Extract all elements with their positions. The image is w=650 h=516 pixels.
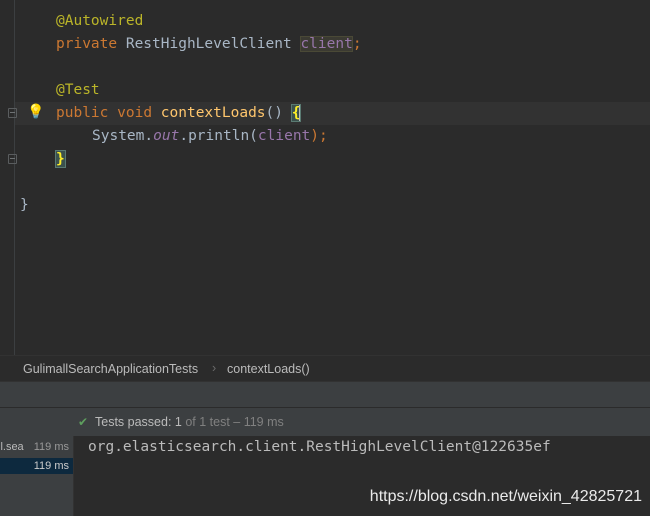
method-name: contextLoads <box>160 105 266 121</box>
close-paren-semicolon: ); <box>310 128 328 144</box>
void-keyword: void <box>117 105 153 121</box>
status-label: Tests passed: <box>95 415 175 429</box>
out-field: out <box>153 128 180 144</box>
status-passed-count: 1 <box>174 415 182 429</box>
test-status-text: Tests passed: 1 of 1 test – 119 ms <box>95 415 284 429</box>
client-field: client <box>300 36 353 52</box>
status-rest: of 1 test – 119 ms <box>181 415 284 429</box>
tree-row-test[interactable]: 119 ms <box>0 458 73 474</box>
tree-row-duration: 119 ms <box>33 441 69 453</box>
method-parens: () <box>265 105 284 121</box>
client-arg: client <box>257 128 311 144</box>
gutter-divider <box>14 0 15 355</box>
fold-method-icon[interactable] <box>8 108 17 118</box>
semicolon: ; <box>352 36 362 52</box>
code-line-6: System.out.println(client); <box>92 125 328 148</box>
breadcrumb-class[interactable]: GulimallSearchApplicationTests <box>23 362 198 376</box>
breadcrumb: GulimallSearchApplicationTests › context… <box>0 355 650 382</box>
code-line-4: @Test <box>56 79 100 102</box>
text-caret <box>299 104 302 122</box>
tree-row-suite[interactable]: ll.sea 119 ms <box>0 439 73 455</box>
fold-end-icon[interactable] <box>8 154 17 164</box>
watermark: https://blog.csdn.net/weixin_42825721 <box>369 488 642 505</box>
dot-2: . <box>179 128 189 144</box>
test-tree: ll.sea 119 ms 119 ms <box>0 436 74 516</box>
public-keyword: public <box>56 105 109 121</box>
system-class: System <box>92 128 145 144</box>
test-annotation: @Test <box>56 82 100 98</box>
breadcrumb-separator-icon: › <box>212 361 217 375</box>
dot-1: . <box>144 128 154 144</box>
breadcrumb-method[interactable]: contextLoads() <box>227 362 310 376</box>
code-editor[interactable]: 💡 @Autowired private RestHighLevelClient… <box>0 0 650 355</box>
client-type: RestHighLevelClient <box>125 36 292 52</box>
test-status-bar: ✔ Tests passed: 1 of 1 test – 119 ms <box>0 407 650 437</box>
private-keyword: private <box>56 36 118 52</box>
close-brace: } <box>55 150 66 168</box>
println-call: println <box>188 128 250 144</box>
lightbulb-icon[interactable]: 💡 <box>27 104 44 120</box>
tree-row-duration: 119 ms <box>33 460 69 472</box>
code-line-2: private RestHighLevelClient client; <box>56 33 362 56</box>
console-line: org.elasticsearch.client.RestHighLevelCl… <box>88 439 551 455</box>
run-toolbar <box>0 381 650 408</box>
class-close-brace: } <box>20 197 29 213</box>
check-icon: ✔ <box>78 415 89 429</box>
code-line-7: } <box>55 148 66 171</box>
autowired-annotation: @Autowired <box>56 13 144 29</box>
code-line-9: } <box>20 194 29 217</box>
open-paren: ( <box>249 128 258 144</box>
code-line-5: public void contextLoads() { <box>56 102 302 125</box>
tree-row-name: ll.sea <box>0 441 24 453</box>
code-line-1: @Autowired <box>56 10 143 33</box>
